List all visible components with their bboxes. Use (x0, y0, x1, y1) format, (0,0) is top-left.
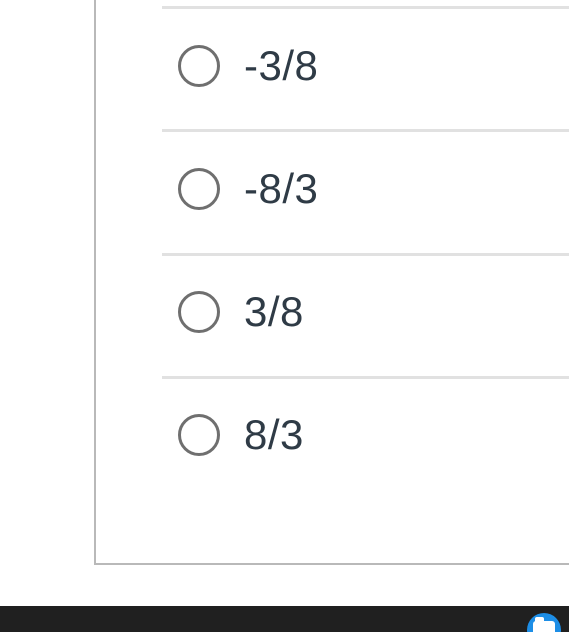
file-explorer-button[interactable] (527, 613, 561, 632)
taskbar (0, 606, 569, 632)
folder-icon (533, 617, 555, 632)
radio-button[interactable] (178, 414, 220, 456)
answer-option-3[interactable]: 3/8 (162, 252, 569, 372)
radio-button[interactable] (178, 45, 220, 87)
radio-button[interactable] (178, 168, 220, 210)
answer-option-label: -8/3 (244, 165, 319, 212)
answer-option-label: -3/8 (244, 42, 319, 89)
answer-option-label: 3/8 (244, 288, 304, 335)
answer-option-2[interactable]: -8/3 (162, 129, 569, 249)
page: -3/8 -8/3 3/8 8/3 (0, 0, 569, 632)
radio-button[interactable] (178, 291, 220, 333)
answer-option-4[interactable]: 8/3 (162, 375, 569, 495)
answer-option-label: 8/3 (244, 411, 304, 458)
answer-option-1[interactable]: -3/8 (162, 6, 569, 126)
